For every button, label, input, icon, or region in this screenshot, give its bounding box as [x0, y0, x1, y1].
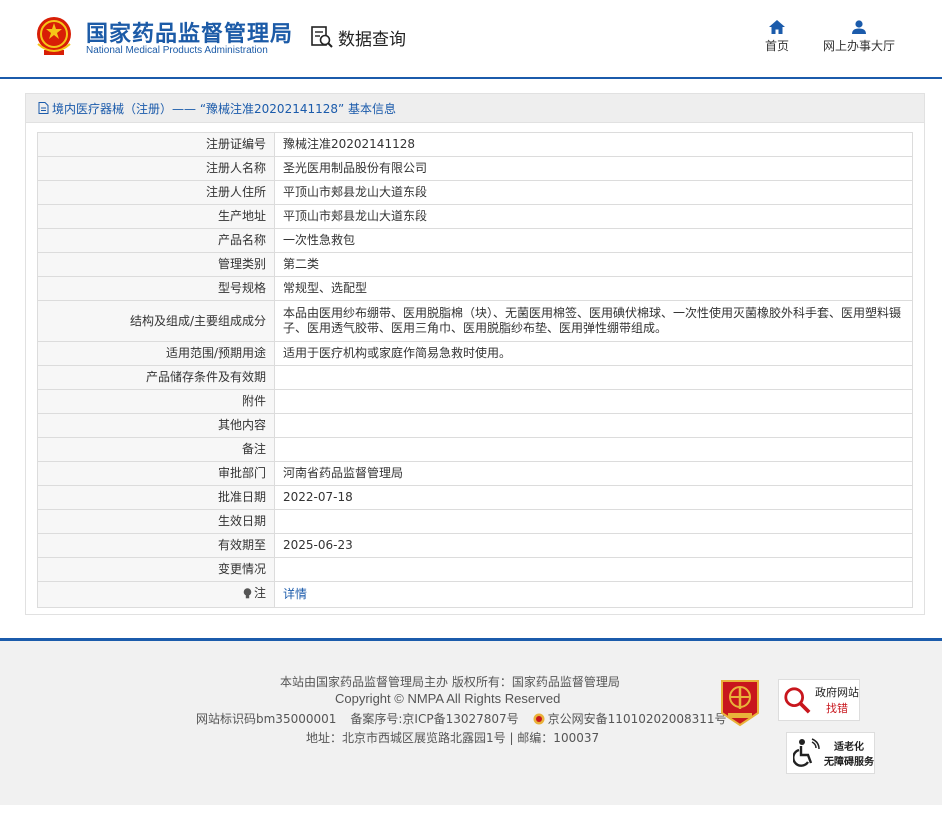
field-value: 第二类: [274, 252, 913, 277]
table-row: 附件: [37, 389, 913, 414]
field-value: 适用于医疗机构或家庭作简易急救时使用。: [274, 341, 913, 366]
nav-online-service-hall[interactable]: 网上办事大厅: [818, 20, 900, 54]
field-value: 河南省药品监督管理局: [274, 461, 913, 486]
detail-panel: 境内医疗器械（注册）—— “豫械注准20202141128” 基本信息 注册证编…: [25, 93, 925, 615]
table-row: 审批部门 河南省药品监督管理局: [37, 461, 913, 486]
table-row: 产品名称 一次性急救包: [37, 228, 913, 253]
field-label: 适用范围/预期用途: [37, 341, 275, 366]
table-row: 注册人住所 平顶山市郏县龙山大道东段: [37, 180, 913, 205]
field-label: 型号规格: [37, 276, 275, 301]
field-value: 2025-06-23: [274, 533, 913, 558]
field-value: 本品由医用纱布绷带、医用脱脂棉（块）、无菌医用棉签、医用碘伏棉球、一次性使用灭菌…: [274, 300, 913, 342]
nav-home-label: 首页: [764, 39, 789, 53]
panel-header: 境内医疗器械（注册）—— “豫械注准20202141128” 基本信息: [26, 94, 924, 123]
accessibility-service-badge[interactable]: 适老化 无障碍服务: [786, 732, 875, 774]
accessibility-icon: [793, 738, 820, 767]
field-label: 备注: [37, 437, 275, 462]
table-row: 注册人名称 圣光医用制品股份有限公司: [37, 156, 913, 181]
panel-title: 境内医疗器械（注册）—— “豫械注准20202141128” 基本信息: [52, 101, 397, 116]
gov-site-error-report-badge[interactable]: 政府网站 找错: [778, 679, 860, 721]
national-emblem-icon[interactable]: [34, 14, 74, 58]
site-header: 国家药品监督管理局 National Medical Products Admi…: [0, 0, 942, 79]
field-value: [274, 365, 913, 390]
field-label: 有效期至: [37, 533, 275, 558]
site-title-cn[interactable]: 国家药品监督管理局: [86, 16, 293, 48]
table-row: 结构及组成/主要组成成分 本品由医用纱布绷带、医用脱脂棉（块）、无菌医用棉签、医用…: [37, 300, 913, 342]
gov-badge-title: 政府网站: [815, 686, 859, 699]
table-row: 产品储存条件及有效期: [37, 365, 913, 390]
data-query-link[interactable]: 数据查询: [310, 24, 406, 50]
details-link[interactable]: 详情: [274, 581, 913, 608]
footer-registration-line: 网站标识码bm35000001 备案序号:京ICP备13027807号 京公网安…: [196, 710, 727, 727]
field-label: 结构及组成/主要组成成分: [37, 300, 275, 342]
table-row: 备注: [37, 437, 913, 462]
lightbulb-icon: [243, 588, 252, 599]
party-government-badge-icon[interactable]: [719, 677, 761, 727]
data-query-label: 数据查询: [338, 29, 406, 50]
footer-site-code: 网站标识码bm35000001: [196, 712, 337, 726]
field-label: 注册人名称: [37, 156, 275, 181]
field-value: [274, 389, 913, 414]
police-badge-icon: [533, 713, 545, 724]
field-label: 注册证编号: [37, 132, 275, 157]
user-icon: [852, 20, 866, 34]
note-label: 注: [253, 586, 266, 600]
site-footer: 本站由国家药品监督管理局主办 版权所有：国家药品监督管理局 Copyright …: [0, 638, 942, 805]
table-row: 生产地址 平顶山市郏县龙山大道东段: [37, 204, 913, 229]
field-label: 批准日期: [37, 485, 275, 510]
accessibility-title: 适老化: [834, 742, 864, 753]
field-value: [274, 437, 913, 462]
field-value: 平顶山市郏县龙山大道东段: [274, 180, 913, 205]
note-label-cell: 注: [37, 581, 275, 608]
nav-online-service-hall-label: 网上办事大厅: [822, 39, 895, 53]
field-label: 产品储存条件及有效期: [37, 365, 275, 390]
footer-copyright: Copyright © NMPA All Rights Reserved: [335, 691, 561, 706]
table-row: 变更情况: [37, 557, 913, 582]
footer-icp[interactable]: 备案序号:京ICP备13027807号: [350, 710, 518, 727]
footer-address: 地址：北京市西城区展览路北露园1号 | 邮编：100037: [306, 731, 600, 745]
field-label: 注册人住所: [37, 180, 275, 205]
footer-police-text: 京公网安备11010202008311号: [547, 712, 727, 726]
field-value: 2022-07-18: [274, 485, 913, 510]
table-row: 型号规格 常规型、选配型: [37, 276, 913, 301]
field-label: 产品名称: [37, 228, 275, 253]
table-row: 批准日期 2022-07-18: [37, 485, 913, 510]
accessibility-subtitle: 无障碍服务: [824, 757, 874, 768]
document-icon: [38, 102, 49, 114]
field-label: 其他内容: [37, 413, 275, 438]
home-icon: [769, 20, 785, 34]
table-row: 有效期至 2025-06-23: [37, 533, 913, 558]
field-label: 生效日期: [37, 509, 275, 534]
magnifier-icon: [784, 687, 811, 714]
field-label: 变更情况: [37, 557, 275, 582]
nav-home[interactable]: 首页: [758, 20, 796, 54]
field-value: [274, 557, 913, 582]
field-value: 平顶山市郏县龙山大道东段: [274, 204, 913, 229]
site-title-en: National Medical Products Administration: [86, 45, 268, 56]
table-row-note: 注详情: [37, 581, 913, 608]
table-row: 管理类别 第二类: [37, 252, 913, 277]
field-value: 一次性急救包: [274, 228, 913, 253]
field-value: 常规型、选配型: [274, 276, 913, 301]
field-label: 审批部门: [37, 461, 275, 486]
field-value: [274, 413, 913, 438]
registration-info-table: 注册证编号 豫械注准20202141128 注册人名称 圣光医用制品股份有限公司 注册人…: [37, 132, 913, 608]
field-label: 管理类别: [37, 252, 275, 277]
footer-police-record[interactable]: 京公网安备11010202008311号: [533, 710, 727, 727]
field-label: 生产地址: [37, 204, 275, 229]
table-row: 适用范围/预期用途 适用于医疗机构或家庭作简易急救时使用。: [37, 341, 913, 366]
field-label: 附件: [37, 389, 275, 414]
table-row: 生效日期: [37, 509, 913, 534]
field-value: [274, 509, 913, 534]
field-value: 圣光医用制品股份有限公司: [274, 156, 913, 181]
search-document-icon: [311, 26, 333, 48]
gov-badge-subtitle: 找错: [826, 702, 848, 715]
field-value: 豫械注准20202141128: [274, 132, 913, 157]
table-row: 注册证编号 豫械注准20202141128: [37, 132, 913, 157]
table-row: 其他内容: [37, 413, 913, 438]
footer-sponsor: 本站由国家药品监督管理局主办 版权所有：国家药品监督管理局: [280, 675, 620, 689]
